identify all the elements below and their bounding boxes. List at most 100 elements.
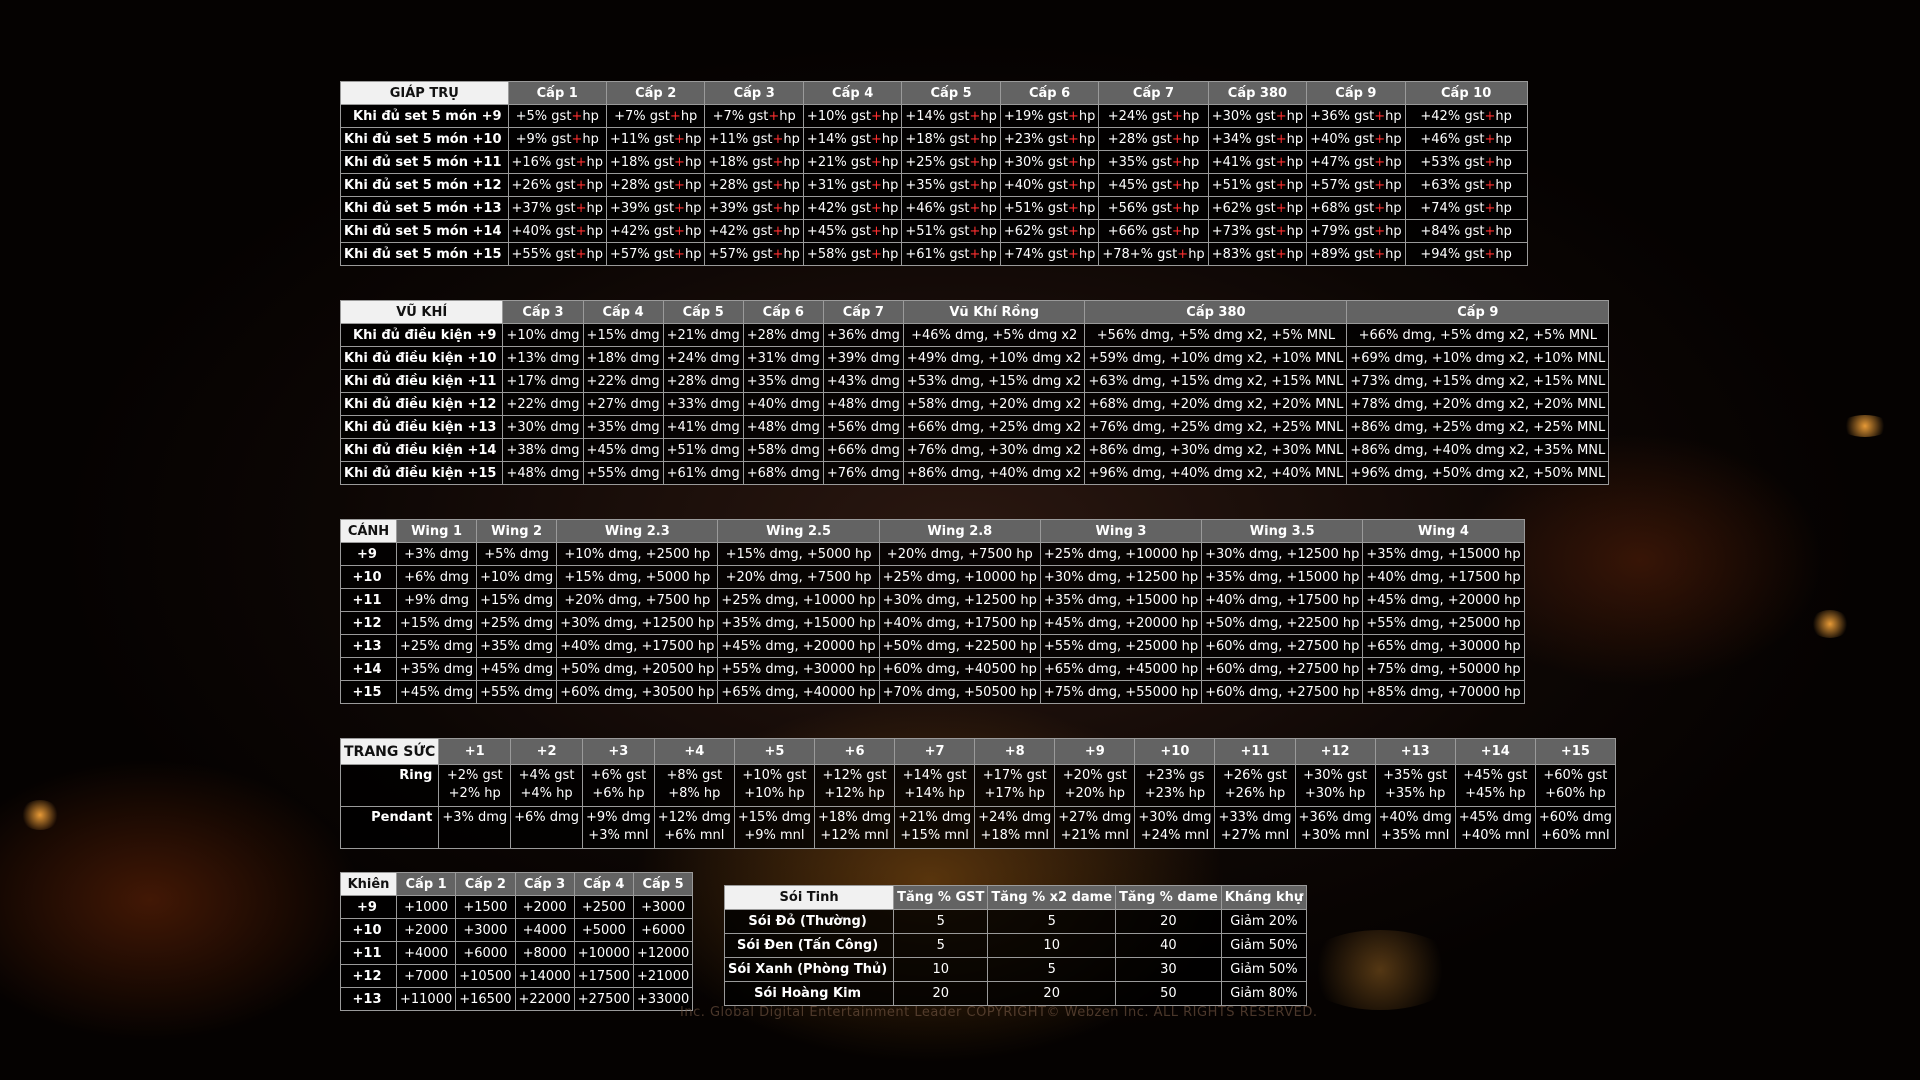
jewelry-cell-line: +3% dmg <box>442 810 508 825</box>
armor-cell-value: +7% <box>712 108 745 124</box>
armor-cell-gst: gst <box>1349 108 1375 124</box>
jewelry-cell-line: +45% dmg <box>1458 810 1532 825</box>
armor-cell: +10% gst+hp <box>802 104 903 128</box>
armor-cell-gst: gst <box>547 108 572 124</box>
armor-cell-hp: hp <box>1182 154 1200 170</box>
weapon-cell: +39% dmg <box>822 346 904 370</box>
armor-cell-hp: hp <box>1286 108 1304 124</box>
armor-cell-plus: + <box>674 246 685 262</box>
jewelry-cell-line: +26% gst <box>1222 768 1288 783</box>
weapon-cell: +24% dmg <box>662 346 744 370</box>
armor-row-label: Khi đủ set 5 món +11 <box>340 150 509 174</box>
armor-cell-value: +39% <box>708 200 749 216</box>
wing-cell: +35% dmg, +15000 hp <box>1362 542 1525 566</box>
weapon-cell: +86% dmg, +40% dmg x2, +35% MNL <box>1346 438 1610 462</box>
shield-body: +9 +1000 +1500 +2000 +2500 +3000 +10 +2000 +3000… <box>340 895 694 1011</box>
armor-cell-gst: gst <box>945 131 970 147</box>
weapon-cell: +66% dmg <box>822 438 904 462</box>
jewelry-col-header: +5 <box>733 738 815 765</box>
shield-cell: +27500 <box>573 987 635 1011</box>
wing-cell: +40% dmg, +17500 hp <box>878 611 1041 635</box>
armor-cell-gst: gst <box>748 223 773 239</box>
armor-cell: +56% gst+hp <box>1098 196 1209 220</box>
jewelry-cell-line: +60% gst <box>1543 768 1608 783</box>
armor-row-label: Khi đủ set 5 món +9 <box>340 104 509 128</box>
armor-col-header: Cấp 9 <box>1306 81 1406 105</box>
armor-cell-hp: hp <box>783 200 800 216</box>
weapon-row: Khi đủ điều kiện +15 +48% dmg +55% dmg +61%… <box>339 461 1610 485</box>
jewelry-cell: +45% gst +45% hp <box>1454 764 1536 807</box>
shield-col-header: Cấp 4 <box>573 872 635 896</box>
weapon-cell: +76% dmg, +25% dmg x2, +25% MNL <box>1084 415 1348 439</box>
armor-cell-hp: hp <box>980 223 997 239</box>
armor-cell-hp: hp <box>1078 223 1096 239</box>
armor-cell-hp: hp <box>1286 131 1304 147</box>
weapon-cell: +56% dmg <box>822 415 904 439</box>
armor-cell-plus: + <box>969 223 981 239</box>
armor-cell-value: +11% <box>609 131 650 147</box>
weapon-cell: +41% dmg <box>662 415 744 439</box>
jewelry-body: Ring +2% gst +2% hp +4% gst +4% hp +6% gst +6%… <box>339 764 1616 849</box>
wing-cell: +5% dmg <box>476 542 558 566</box>
jewelry-cell-line: +27% dmg <box>1058 810 1132 825</box>
armor-cell-value: +34% <box>1211 131 1252 147</box>
weapon-cell: +28% dmg <box>742 323 824 347</box>
armor-cell-plus: + <box>674 154 685 170</box>
armor-cell-plus: + <box>1171 108 1183 124</box>
shield-cell: +7000 <box>395 964 457 988</box>
armor-cell-hp: hp <box>1286 177 1304 193</box>
wing-title: CÁNH <box>340 519 397 543</box>
armor-col-header: Cấp 5 <box>901 81 1001 105</box>
jewelry-cell-line: +12% mnl <box>820 828 889 843</box>
armor-cell-hp: hp <box>783 154 800 170</box>
armor-cell-gst: gst <box>748 177 773 193</box>
armor-cell-plus: + <box>1275 200 1287 216</box>
armor-cell-gst: gst <box>1043 154 1068 170</box>
armor-cell-plus: + <box>1484 177 1496 193</box>
jewelry-cell-line: +6% mnl <box>664 828 725 843</box>
armor-cell: +53% gst+hp <box>1404 150 1528 174</box>
wolf-cell: 50 <box>1115 981 1222 1006</box>
weapon-row: Khi đủ điều kiện +13 +30% dmg +35% dmg +41%… <box>339 415 1610 439</box>
wing-cell: +40% dmg, +17500 hp <box>556 634 719 658</box>
weapon-col-header: Cấp 3 <box>502 300 584 324</box>
wing-cell: +3% dmg <box>395 542 478 566</box>
armor-col-header: Cấp 10 <box>1404 81 1528 105</box>
weapon-cell: +10% dmg <box>502 323 584 347</box>
armor-cell-hp: hp <box>1182 177 1200 193</box>
armor-cell-plus: + <box>1067 154 1079 170</box>
weapon-row: Khi đủ điều kiện +10 +13% dmg +18% dmg +24%… <box>339 346 1610 370</box>
weapon-col-header: Cấp 6 <box>742 300 824 324</box>
armor-cell-gst: gst <box>1251 200 1276 216</box>
armor-row: Khi đủ set 5 món +15 +55% gst+hp +57% gst+… <box>340 242 1528 266</box>
armor-cell-value: +63% <box>1420 177 1461 193</box>
armor-cell-plus: + <box>1374 131 1386 147</box>
jewelry-row-label: Pendant <box>339 806 440 849</box>
armor-cell-value: +57% <box>708 246 749 262</box>
armor-cell-gst: gst <box>945 223 970 239</box>
armor-cell-gst: gst <box>945 177 970 193</box>
armor-cell-value: +66% <box>1107 223 1148 239</box>
weapon-cell: +58% dmg <box>742 438 824 462</box>
armor-cell-plus: + <box>870 154 882 170</box>
weapon-cell: +73% dmg, +15% dmg x2, +15% MNL <box>1346 369 1610 393</box>
weapon-cell: +96% dmg, +40% dmg x2, +40% MNL <box>1084 461 1348 485</box>
armor-cell-hp: hp <box>586 177 603 193</box>
armor-cell-value: +42% <box>806 200 847 216</box>
wing-cell: +35% dmg <box>395 657 478 681</box>
armor-cell-hp: hp <box>1385 154 1402 170</box>
jewelry-cell: +6% gst +6% hp <box>581 764 655 807</box>
armor-cell-hp: hp <box>783 177 800 193</box>
armor-cell-hp: hp <box>1385 246 1402 262</box>
jewelry-cell-line: +24% mnl <box>1140 828 1210 843</box>
armor-cell: +30% gst+hp <box>1207 104 1308 128</box>
shield-cell: +10500 <box>455 964 516 988</box>
armor-cell-hp: hp <box>684 200 702 216</box>
shield-table: Khiên Cấp 1 Cấp 2 Cấp 3 Cấp 4 Cấp 5 +9 +1… <box>340 872 694 1011</box>
armor-cell: +31% gst+hp <box>802 173 903 197</box>
armor-cell-value: +24% <box>1107 108 1148 124</box>
armor-cell: +63% gst+hp <box>1404 173 1528 197</box>
weapon-row-label: Khi đủ điều kiện +10 <box>339 346 504 370</box>
shield-col-header: Cấp 5 <box>632 872 694 896</box>
armor-cell-gst: gst <box>1460 108 1485 124</box>
